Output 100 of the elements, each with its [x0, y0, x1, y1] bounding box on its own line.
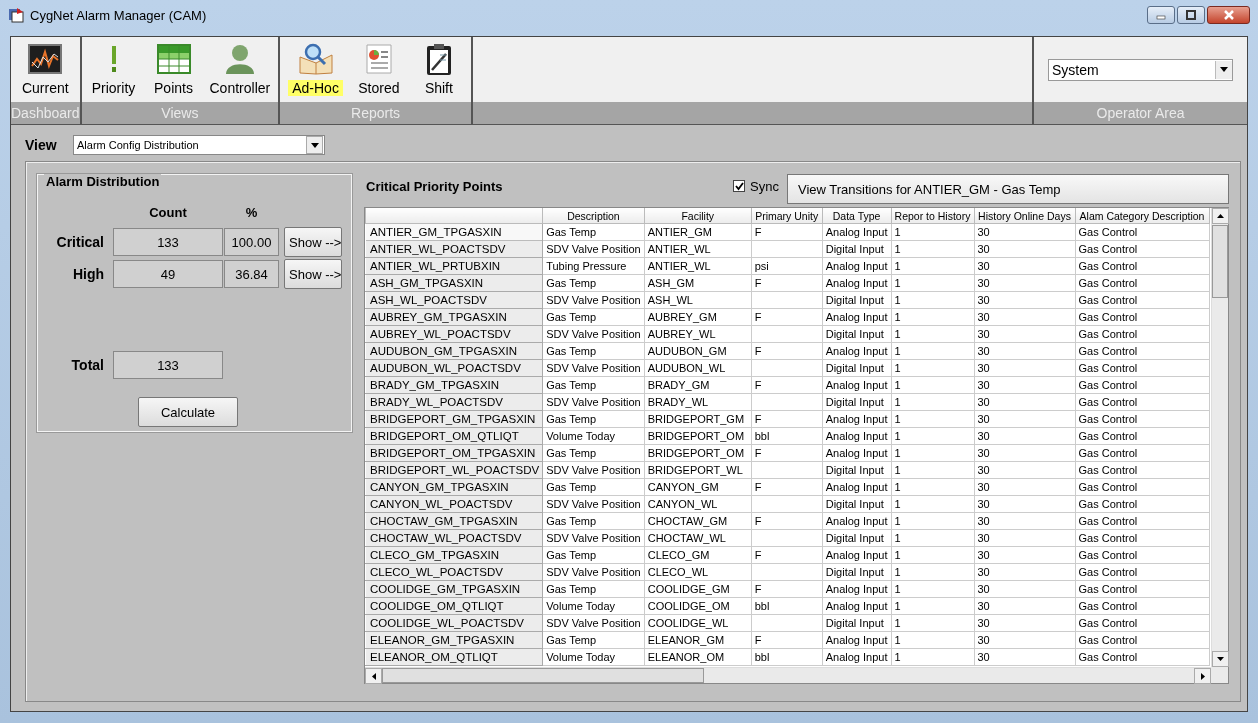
table-cell: 1: [891, 393, 974, 411]
table-cell: Gas Temp: [542, 478, 645, 496]
down-arrow-icon: [1217, 657, 1224, 661]
table-cell: 1: [891, 427, 974, 445]
table-cell: 30: [974, 563, 1075, 581]
table-cell: [751, 614, 823, 632]
table-cell: 1: [891, 529, 974, 547]
table-cell: ELEANOR_GM: [644, 631, 752, 649]
table-cell: BRADY_WL: [644, 393, 752, 411]
toolbar-button[interactable]: Points: [145, 42, 202, 96]
table-cell: 30: [974, 257, 1075, 275]
table-cell: AUDUBON_WL: [644, 359, 752, 377]
table-cell: 1: [891, 291, 974, 309]
group-label: Views: [81, 102, 279, 124]
operator-area-dropdown[interactable]: System: [1048, 58, 1233, 81]
table-cell: CANYON_WL: [644, 495, 752, 513]
table-cell: CLECO_GM: [644, 546, 752, 564]
row-header[interactable]: ANTIER_WL_POACTSDV: [365, 240, 543, 258]
toolbar-button[interactable]: Current: [17, 42, 74, 96]
table-cell: 1: [891, 359, 974, 377]
table-cell: COOLIDGE_GM: [644, 580, 752, 598]
toolbar-button[interactable]: Controller: [205, 42, 275, 96]
table-cell: Gas Control: [1075, 308, 1209, 326]
table-cell: Digital Input: [822, 614, 891, 632]
table-cell: 1: [891, 546, 974, 564]
table-cell: Gas Control: [1075, 291, 1209, 309]
calculate-button[interactable]: Calculate: [138, 397, 238, 427]
toolbar-button[interactable]: Ad-Hoc: [284, 42, 347, 96]
maximize-button[interactable]: [1177, 6, 1205, 24]
minimize-button[interactable]: [1147, 6, 1175, 24]
table-cell: 1: [891, 648, 974, 666]
table-cell: Gas Control: [1075, 478, 1209, 496]
table-cell: Gas Control: [1075, 427, 1209, 445]
table-cell: 1: [891, 308, 974, 326]
view-transitions-button[interactable]: View Transitions for ANTIER_GM - Gas Temp: [787, 174, 1229, 204]
column-header: %: [244, 205, 259, 222]
table-cell: SDV Valve Position: [542, 291, 645, 309]
table-cell: Gas Temp: [542, 580, 645, 598]
table-cell: 30: [974, 478, 1075, 496]
group-label: Dashboard: [11, 102, 80, 124]
column-header[interactable]: Repor to History: [891, 208, 974, 224]
table-cell: Gas Control: [1075, 495, 1209, 513]
priority-label: High: [71, 266, 105, 282]
scrollbar-thumb[interactable]: [382, 668, 704, 683]
table-cell: SDV Valve Position: [542, 495, 645, 513]
table-cell: bbl: [751, 427, 823, 445]
sync-checkbox[interactable]: [733, 180, 746, 192]
table-cell: 30: [974, 393, 1075, 411]
table-cell: Digital Input: [822, 291, 891, 309]
table-cell: Digital Input: [822, 563, 891, 581]
table-cell: Gas Control: [1075, 580, 1209, 598]
total-label: Total: [70, 357, 105, 373]
column-header[interactable]: Primary Unity: [751, 208, 823, 224]
scrollbar-thumb[interactable]: [1212, 225, 1228, 298]
show-button[interactable]: Show -->: [284, 259, 342, 289]
vertical-scrollbar[interactable]: [1211, 208, 1228, 667]
up-arrow-icon: [1217, 214, 1224, 218]
column-header[interactable]: History Online Days: [974, 208, 1075, 224]
toolbar-button[interactable]: Priority: [85, 42, 142, 96]
table-cell: ASH_WL: [644, 291, 752, 309]
toolbar-button[interactable]: Shift: [410, 42, 467, 96]
table-cell: [751, 495, 823, 513]
table-cell: F: [751, 342, 823, 360]
table-cell: Gas Control: [1075, 257, 1209, 275]
table-cell: SDV Valve Position: [542, 240, 645, 258]
column-header[interactable]: Description: [542, 208, 645, 224]
group-label: Reports: [280, 102, 471, 124]
table-cell: 1: [891, 580, 974, 598]
magnifier-book-icon: [297, 43, 334, 75]
check-icon: [734, 181, 744, 191]
table-cell: Digital Input: [822, 393, 891, 411]
count-field: 133: [113, 228, 223, 256]
table-cell: Gas Control: [1075, 444, 1209, 462]
table-cell: 30: [974, 376, 1075, 394]
table-cell: SDV Valve Position: [542, 393, 645, 411]
table-cell: 30: [974, 240, 1075, 258]
toolbar-button[interactable]: Stored: [350, 42, 407, 96]
show-button[interactable]: Show -->: [284, 227, 342, 257]
table-cell: 1: [891, 563, 974, 581]
table-cell: Analog Input: [822, 342, 891, 360]
table-cell: CANYON_GM: [644, 478, 752, 496]
table-cell: SDV Valve Position: [542, 359, 645, 377]
table-cell: bbl: [751, 597, 823, 615]
section-title: Critical Priority Points: [366, 178, 503, 194]
table-cell: [751, 240, 823, 258]
table-cell: Gas Temp: [542, 308, 645, 326]
table-cell: Gas Control: [1075, 614, 1209, 632]
table-cell: 30: [974, 461, 1075, 479]
close-button[interactable]: [1207, 6, 1250, 24]
column-header[interactable]: Facility: [644, 208, 752, 224]
table-cell: ASH_GM: [644, 274, 752, 292]
table-cell: 1: [891, 240, 974, 258]
view-dropdown[interactable]: Alarm Config Distribution: [73, 135, 325, 155]
table-cell: Digital Input: [822, 325, 891, 343]
table-cell: COOLIDGE_OM: [644, 597, 752, 615]
table-cell: 1: [891, 325, 974, 343]
column-header[interactable]: Alam Category Description: [1075, 208, 1209, 224]
horizontal-scrollbar[interactable]: [365, 667, 1211, 683]
column-header[interactable]: Data Type: [822, 208, 891, 224]
table-cell: SDV Valve Position: [542, 614, 645, 632]
